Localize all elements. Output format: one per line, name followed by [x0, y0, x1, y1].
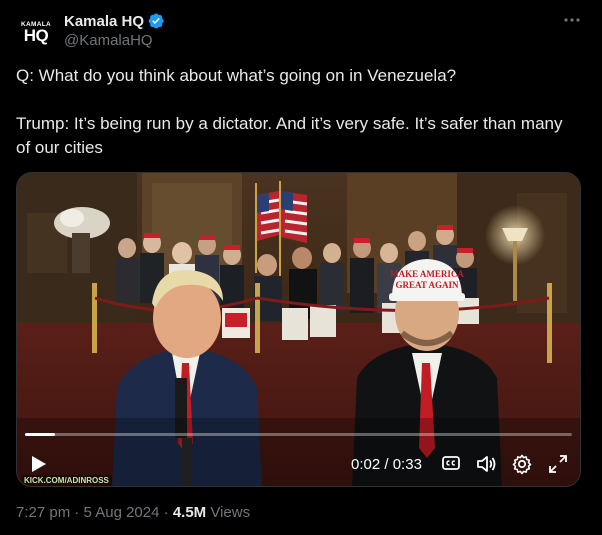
author-handle[interactable]: @KamalaHQ — [64, 32, 153, 49]
video-watermark: KICK.COM/ADINROSS — [21, 475, 112, 486]
video-progress-fill — [25, 433, 56, 436]
author-name-row: Kamala HQ — [64, 11, 165, 31]
post-date[interactable]: 5 Aug 2024 — [84, 504, 160, 521]
play-icon — [32, 456, 46, 472]
volume-icon — [477, 456, 496, 472]
hat-text-line1: MAKE AMERICA — [390, 269, 464, 279]
duration: 0:33 — [392, 456, 422, 473]
captions-icon — [442, 456, 460, 470]
current-time: 0:02 — [351, 456, 381, 473]
tweet-text-line: Trump: It’s being run by a dictator. And… — [16, 114, 563, 133]
avatar[interactable]: KAMALA HQ — [16, 12, 56, 52]
play-button[interactable] — [27, 453, 49, 475]
video-timestamp: 0:02 / 0:33 — [351, 456, 422, 473]
fullscreen-icon — [549, 455, 567, 473]
avatar-text-big: HQ — [23, 25, 49, 45]
meta-separator: · — [159, 504, 173, 521]
video-player[interactable]: MAKE AMERICA GREAT AGAIN 0:02 / 0:33 KIC… — [16, 172, 581, 487]
post-time[interactable]: 7:27 pm — [16, 504, 70, 521]
views-count[interactable]: 4.5M — [173, 504, 206, 521]
video-frame: MAKE AMERICA GREAT AGAIN — [17, 173, 580, 486]
settings-button[interactable] — [511, 453, 533, 475]
fullscreen-button[interactable] — [547, 453, 569, 475]
display-name[interactable]: Kamala HQ — [64, 13, 144, 30]
gear-icon — [512, 454, 532, 475]
tweet-meta: 7:27 pm · 5 Aug 2024 · 4.5M Views — [16, 504, 250, 521]
meta-separator: · — [70, 504, 84, 521]
more-options-icon[interactable] — [560, 10, 584, 30]
hat-text-line2: GREAT AGAIN — [396, 280, 459, 290]
tweet-text-line: Q: What do you think about what’s going … — [16, 66, 457, 85]
captions-button[interactable] — [441, 453, 461, 473]
tweet: KAMALA HQ Kamala HQ @KamalaHQ Q: What do… — [0, 0, 602, 535]
tweet-text-line: of our cities — [16, 138, 103, 157]
time-separator: / — [380, 456, 393, 473]
verified-badge-icon[interactable] — [147, 12, 165, 30]
views-label: Views — [206, 504, 251, 521]
video-progress-bar[interactable] — [25, 433, 572, 436]
volume-button[interactable] — [475, 453, 497, 475]
